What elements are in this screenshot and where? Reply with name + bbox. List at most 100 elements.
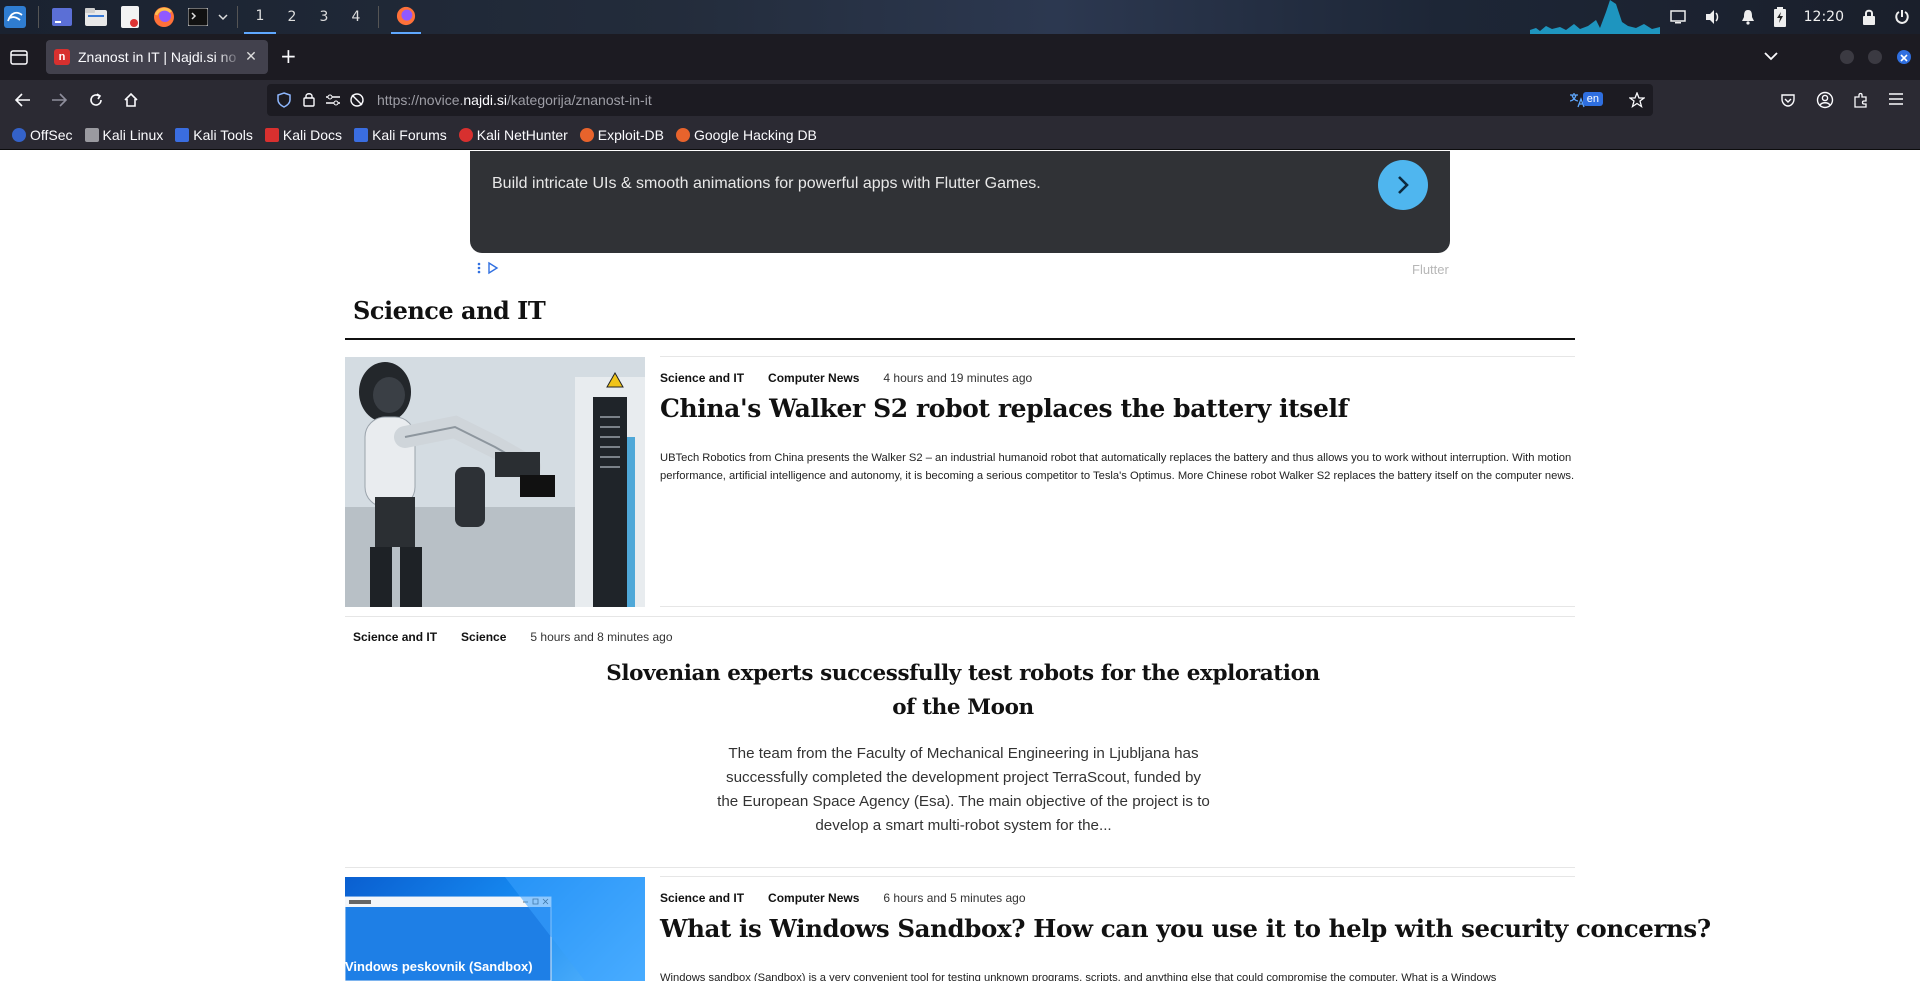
url-host: najdi.si bbox=[463, 92, 507, 108]
chevron-down-icon[interactable] bbox=[217, 6, 229, 28]
article-subcategory[interactable]: Science bbox=[461, 630, 506, 644]
bookmark-label: OffSec bbox=[30, 126, 73, 143]
divider bbox=[660, 356, 1575, 357]
divider bbox=[660, 606, 1575, 607]
close-window-button[interactable] bbox=[1897, 50, 1911, 64]
nethunter-icon bbox=[458, 127, 473, 142]
lock-icon[interactable] bbox=[1862, 9, 1876, 25]
article-category[interactable]: Science and IT bbox=[353, 630, 437, 644]
article-summary: Windows sandbox (Sandbox) is a very conv… bbox=[660, 972, 1497, 981]
bookmark-kali-tools[interactable]: Kali Tools bbox=[175, 127, 253, 143]
firefox-icon[interactable] bbox=[153, 6, 175, 28]
forward-arrow-icon[interactable] bbox=[49, 90, 69, 110]
bookmark-kali-docs[interactable]: Kali Docs bbox=[264, 126, 343, 143]
lock-icon[interactable] bbox=[303, 92, 315, 107]
flutter-ad-banner[interactable]: Build intricate UIs & smooth animations … bbox=[470, 151, 1450, 253]
tab-title: Znanost in IT | Najdi.si no bbox=[78, 49, 237, 65]
tab-close-icon[interactable]: ✕ bbox=[242, 49, 260, 65]
chevron-right-icon bbox=[1398, 176, 1409, 194]
adchoices-icon[interactable] bbox=[476, 261, 500, 275]
new-tab-button[interactable]: + bbox=[280, 46, 297, 66]
bookmark-exploit-db[interactable]: Exploit-DB bbox=[579, 127, 664, 143]
divider bbox=[345, 867, 1575, 868]
hamburger-menu-icon[interactable] bbox=[1888, 92, 1904, 106]
article-subcategory[interactable]: Computer News bbox=[768, 371, 859, 385]
account-icon[interactable] bbox=[1816, 91, 1834, 109]
terminal-icon[interactable] bbox=[187, 6, 209, 28]
bookmark-label: Kali Linux bbox=[102, 126, 164, 143]
system-tray: 12:20 bbox=[1669, 0, 1920, 34]
workspace-1[interactable]: 1 bbox=[244, 0, 276, 34]
page-content: Build intricate UIs & smooth animations … bbox=[0, 151, 1920, 981]
text-editor-icon[interactable] bbox=[119, 6, 141, 28]
notification-bell-icon[interactable] bbox=[1740, 9, 1756, 25]
article-summary: UBTech Robotics from China presents the … bbox=[660, 452, 1575, 482]
tab-list-icon[interactable] bbox=[8, 46, 30, 68]
screen-icon[interactable] bbox=[1669, 10, 1686, 24]
bookmark-google-hacking-db[interactable]: Google Hacking DB bbox=[675, 126, 817, 143]
bookmark-label: Kali Forums bbox=[372, 126, 447, 143]
permissions-icon[interactable] bbox=[325, 94, 341, 106]
workspace-3[interactable]: 3 bbox=[308, 0, 340, 34]
pocket-icon[interactable] bbox=[1780, 92, 1796, 108]
os-top-panel: 1 2 3 4 12:20 bbox=[0, 0, 1920, 34]
extensions-puzzle-icon[interactable] bbox=[1852, 91, 1870, 109]
article-image-windows-sandbox[interactable]: Vindows peskovnik (Sandbox) bbox=[345, 877, 645, 981]
bookmark-label: Kali Docs bbox=[282, 126, 343, 143]
article-subcategory[interactable]: Computer News bbox=[768, 891, 859, 905]
article-category[interactable]: Science and IT bbox=[660, 371, 744, 385]
tracking-protection-shield-icon[interactable] bbox=[277, 92, 291, 108]
browser-tab-bar: n Znanost in IT | Najdi.si no ✕ + bbox=[0, 34, 1920, 80]
url-bar[interactable]: https://novice.najdi.si/kategorija/znano… bbox=[267, 84, 1653, 116]
image-caption: Vindows peskovnik (Sandbox) bbox=[345, 959, 533, 974]
bookmark-kali-forums[interactable]: Kali Forums bbox=[354, 127, 447, 143]
bookmark-star-icon[interactable] bbox=[1629, 92, 1645, 108]
volume-icon[interactable] bbox=[1704, 9, 1722, 25]
clock[interactable]: 12:20 bbox=[1804, 9, 1844, 25]
url-text[interactable]: https://novice.najdi.si/kategorija/znano… bbox=[377, 92, 652, 108]
bookmarks-toolbar: OffSec Kali Linux Kali Tools Kali Docs K… bbox=[0, 120, 1920, 150]
article-headline[interactable]: What is Windows Sandbox? How can you use… bbox=[660, 911, 1711, 947]
bookmark-offsec[interactable]: OffSec bbox=[12, 127, 73, 143]
article-meta: Science and IT Computer News 6 hours and… bbox=[660, 891, 1026, 905]
article-time: 4 hours and 19 minutes ago bbox=[883, 371, 1033, 385]
kali-menu-icon[interactable] bbox=[4, 6, 26, 28]
power-icon[interactable] bbox=[1894, 9, 1910, 25]
bookmark-label: Google Hacking DB bbox=[693, 126, 817, 143]
battery-icon[interactable] bbox=[1773, 7, 1786, 27]
article-headline[interactable]: Slovenian experts successfully test robo… bbox=[603, 657, 1323, 725]
translate-language-badge[interactable]: en bbox=[1582, 92, 1603, 106]
home-icon[interactable] bbox=[121, 90, 141, 110]
section-title: Science and IT bbox=[353, 296, 546, 325]
ad-arrow-button[interactable] bbox=[1378, 160, 1428, 210]
ad-brand[interactable]: Flutter bbox=[1412, 262, 1449, 277]
minimize-window-button[interactable] bbox=[1840, 50, 1854, 64]
divider bbox=[345, 616, 1575, 617]
bookmark-kali-linux[interactable]: Kali Linux bbox=[84, 126, 164, 143]
article-category[interactable]: Science and IT bbox=[660, 891, 744, 905]
offsec-icon bbox=[12, 127, 26, 142]
kali-forums-icon bbox=[354, 127, 369, 142]
ad-text: Build intricate UIs & smooth animations … bbox=[492, 175, 1041, 192]
back-arrow-icon[interactable] bbox=[13, 90, 33, 110]
article-image-robot[interactable] bbox=[345, 357, 645, 607]
maximize-window-button[interactable] bbox=[1868, 50, 1882, 64]
article-headline[interactable]: China's Walker S2 robot replaces the bat… bbox=[660, 391, 1580, 427]
url-path: /kategorija/znanost-in-it bbox=[506, 92, 652, 108]
browser-nav-bar: https://novice.najdi.si/kategorija/znano… bbox=[0, 80, 1920, 120]
najdi-favicon-icon: n bbox=[54, 49, 70, 65]
tab-najdi[interactable]: n Znanost in IT | Najdi.si no ✕ bbox=[46, 40, 268, 74]
terminal-desktop-icon[interactable] bbox=[51, 6, 73, 28]
bookmark-kali-nethunter[interactable]: Kali NetHunter bbox=[458, 127, 568, 143]
article-summary: The team from the Faculty of Mechanical … bbox=[717, 745, 1210, 834]
article-time: 6 hours and 5 minutes ago bbox=[883, 891, 1026, 905]
reload-icon[interactable] bbox=[86, 90, 106, 110]
firefox-taskbar-icon[interactable] bbox=[391, 0, 421, 34]
file-manager-icon[interactable] bbox=[85, 6, 107, 28]
workspace-4[interactable]: 4 bbox=[340, 0, 372, 34]
workspace-2[interactable]: 2 bbox=[276, 0, 308, 34]
panel-separator bbox=[38, 6, 39, 28]
list-all-tabs-chevron-icon[interactable] bbox=[1764, 51, 1778, 61]
cpu-graph bbox=[1530, 0, 1660, 34]
autoplay-blocked-icon[interactable] bbox=[349, 92, 365, 108]
